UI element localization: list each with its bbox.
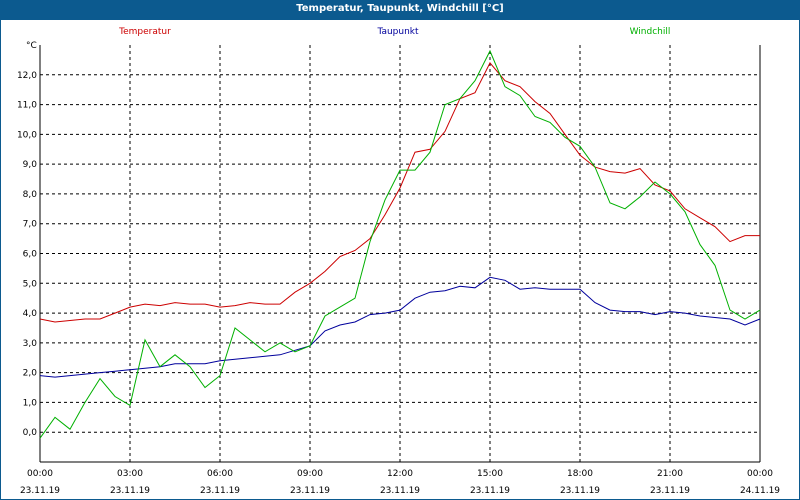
x-tick-date: 24.11.19 [740, 486, 780, 496]
x-tick-date: 23.11.19 [110, 486, 150, 496]
y-axis-unit-label: °C [26, 41, 37, 51]
y-axis-tick-labels: 0,0 1,0 2,0 3,0 4,0 5,0 6,0 7,0 8,0 9,0 10,0 11,0 12… [17, 71, 37, 438]
x-tick-date: 23.11.19 [290, 486, 330, 496]
chart-legend: Temperatur Taupunkt Windchill [118, 27, 670, 37]
y-tick-label: 11,0 [17, 101, 37, 111]
y-tick-label: 12,0 [17, 71, 37, 81]
x-tick-date: 23.11.19 [650, 486, 690, 496]
x-tick-date: 23.11.19 [20, 486, 60, 496]
y-tick-label: 5,0 [23, 279, 38, 289]
x-tick-time: 18:00 [567, 469, 593, 479]
legend-label-taupunkt: Taupunkt [376, 27, 419, 37]
x-tick-date: 23.11.19 [470, 486, 510, 496]
y-tick-label: 8,0 [23, 190, 38, 200]
title-bar: Temperatur, Taupunkt, Windchill [°C] [0, 0, 800, 20]
x-tick-time: 15:00 [477, 469, 503, 479]
y-tick-label: 7,0 [23, 220, 38, 230]
y-tick-label: 2,0 [23, 369, 38, 379]
x-tick-time: 21:00 [657, 469, 683, 479]
y-tick-label: 10,0 [17, 130, 37, 140]
legend-label-temperatur: Temperatur [118, 27, 171, 37]
y-tick-label: 3,0 [23, 339, 38, 349]
x-axis-tick-labels: 00:00 23.11.19 03:00 23.11.19 06:00 23.11.19 0… [20, 469, 780, 496]
y-tick-label: 0,0 [23, 428, 38, 438]
x-tick-date: 23.11.19 [200, 486, 240, 496]
x-tick-time: 06:00 [207, 469, 233, 479]
x-tick-date: 23.11.19 [560, 486, 600, 496]
x-tick-date: 23.11.19 [380, 486, 420, 496]
x-tick-time: 03:00 [117, 469, 143, 479]
x-tick-time: 12:00 [387, 469, 413, 479]
chart-title: Temperatur, Taupunkt, Windchill [°C] [296, 3, 504, 14]
y-tick-label: 6,0 [23, 250, 38, 260]
line-chart: °C 0,0 1,0 2,0 3,0 4,0 5,0 6,0 7,0 8,0 9,0 10,0 11,… [17, 27, 780, 496]
x-tick-time: 00:00 [747, 469, 773, 479]
y-tick-label: 9,0 [23, 160, 38, 170]
x-tick-time: 00:00 [27, 469, 53, 479]
x-tick-time: 09:00 [297, 469, 323, 479]
y-tick-label: 1,0 [23, 398, 38, 408]
chart-grid [40, 45, 760, 462]
legend-label-windchill: Windchill [630, 27, 671, 37]
y-tick-label: 4,0 [23, 309, 38, 319]
